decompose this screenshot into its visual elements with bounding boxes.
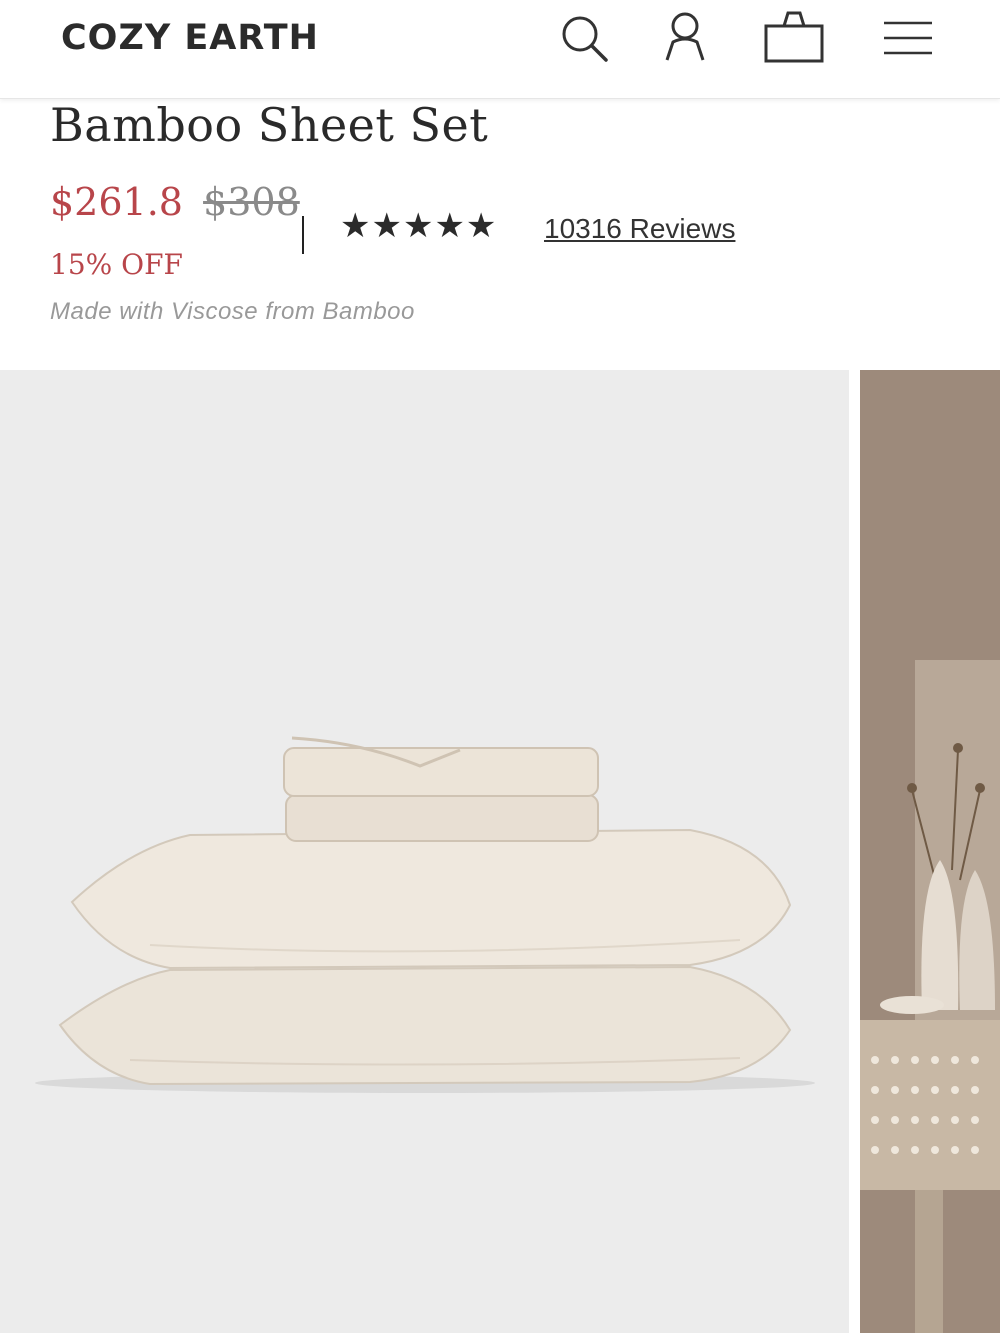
- bag-icon[interactable]: [764, 8, 824, 68]
- account-icon[interactable]: [655, 8, 715, 68]
- price-row: $261.8 $308: [50, 180, 300, 224]
- site-header: COZY EARTH: [0, 0, 1000, 99]
- product-gallery[interactable]: [0, 370, 1000, 1333]
- bedroom-lifestyle-image[interactable]: [860, 370, 1000, 1333]
- divider: [302, 216, 304, 254]
- folded-sheets-and-pillows-image[interactable]: [0, 370, 849, 1333]
- discount-label: 15% OFF: [50, 248, 183, 281]
- rating-stars: ★★★★★: [340, 207, 498, 245]
- original-price: $308: [203, 180, 300, 224]
- sale-price: $261.8: [50, 180, 183, 224]
- reviews-link[interactable]: 10316 Reviews: [544, 213, 735, 245]
- menu-icon[interactable]: [878, 8, 938, 68]
- brand-logo[interactable]: COZY EARTH: [61, 18, 319, 58]
- material-note: Made with Viscose from Bamboo: [50, 298, 415, 325]
- product-title: Bamboo Sheet Set: [50, 98, 489, 152]
- search-icon[interactable]: [554, 8, 614, 68]
